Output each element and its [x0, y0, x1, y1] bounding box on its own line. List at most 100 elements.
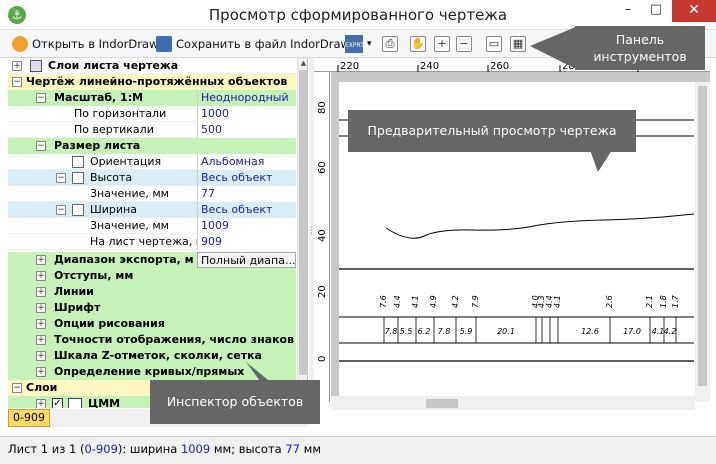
export-button[interactable]: EXPRT ▾ — [345, 34, 372, 54]
tree-row-drawing-linear[interactable]: − Чертёж линейно-протяжённых объектов — [8, 74, 296, 90]
tree-row-horiz[interactable]: По горизонтали 1000 — [8, 106, 296, 122]
elevation-label: 4.1 — [411, 295, 420, 308]
minimize-button[interactable]: – — [614, 0, 642, 22]
preview-horizontal-scrollbar[interactable] — [331, 396, 695, 410]
page-icon: ▭ — [486, 36, 502, 52]
elevation-label: 4.1 — [553, 295, 562, 308]
tree-row-width[interactable]: − Ширина Весь объект — [8, 202, 296, 218]
elevation-label: 4.9 — [429, 295, 438, 308]
width-to-sheet-value[interactable]: 909 — [197, 234, 296, 250]
expand-icon[interactable]: + — [36, 335, 46, 345]
tree-row-layers-sheet[interactable]: + Слои листа чертежа — [8, 58, 296, 74]
tree-row-lines[interactable]: + Линии — [8, 284, 296, 300]
maximize-button[interactable]: □ — [642, 0, 670, 22]
distance-labels: 7.8 5.5 6.2 7.8 5.9 20.1 12.6 17.0 4.1 4.2 — [385, 327, 677, 336]
elevation-label: 7.9 — [471, 295, 480, 308]
collapse-icon[interactable]: − — [12, 383, 22, 393]
scroll-thumb[interactable] — [299, 70, 307, 375]
tree-row-precision[interactable]: + Точности отображения, число знаков — [8, 332, 296, 348]
ruler-left-label: 0 — [317, 356, 328, 362]
tree-row-orientation[interactable]: Ориентация Альбомная — [8, 154, 296, 170]
tree-row-indents[interactable]: + Отступы, мм — [8, 268, 296, 284]
vert-value[interactable]: 500 — [197, 122, 296, 138]
dtm-checkbox[interactable]: ✓ — [52, 398, 63, 408]
tree-row-font[interactable]: + Шрифт — [8, 300, 296, 316]
inspector-scrollbar[interactable]: ▲ ▼ — [297, 58, 307, 408]
preview-vertical-scrollbar[interactable] — [695, 82, 710, 402]
pan-button[interactable]: ✋ — [410, 34, 430, 54]
tree-row-export-range[interactable]: + Диапазон экспорта, м Полный диапа... — [8, 252, 296, 268]
zoom-out-button[interactable]: − — [456, 34, 476, 54]
tree-row-z-scale[interactable]: + Шкала Z-отметок, сколки, сетка — [8, 348, 296, 364]
status-prefix: Лист 1 из 1 ( — [8, 442, 85, 456]
orientation-value[interactable]: Альбомная — [197, 154, 296, 170]
tree-row-curves[interactable]: + Определение кривых/прямых — [8, 364, 296, 380]
width-icon — [72, 204, 84, 216]
distance-label: 20.1 — [497, 327, 515, 336]
status-mid2: мм; высота — [210, 442, 286, 456]
tree-row-width-value[interactable]: Значение, мм 1009 — [8, 218, 296, 234]
scroll-up-icon[interactable]: ▲ — [299, 59, 307, 69]
height-value[interactable]: Весь объект — [197, 170, 296, 186]
elevation-label: 2.1 — [645, 295, 654, 308]
distance-label: 4.2 — [664, 327, 677, 336]
ruler-top-label: 240 — [420, 61, 439, 72]
elevation-label: 2.6 — [605, 295, 614, 308]
expand-icon[interactable]: + — [36, 319, 46, 329]
print-button[interactable]: ⎙ — [382, 34, 402, 54]
page-zoom-button[interactable]: ▦ — [510, 34, 530, 54]
tree-row-scale[interactable]: − Масштаб, 1:М Неоднородный — [8, 90, 296, 106]
collapse-icon[interactable]: − — [12, 77, 22, 87]
status-bar: Лист 1 из 1 (0-909): ширина 1009 мм; выс… — [0, 436, 716, 464]
splitter-grip-icon: · · · — [310, 223, 313, 238]
expand-icon[interactable]: + — [36, 351, 46, 361]
tree-row-draw-options[interactable]: + Опции рисования — [8, 316, 296, 332]
scale-value[interactable]: Неоднородный — [197, 90, 296, 106]
height-mm-value[interactable]: 77 — [197, 186, 296, 202]
open-icon — [12, 36, 28, 52]
horiz-value[interactable]: 1000 — [197, 106, 296, 122]
sheet-tab-0-909[interactable]: 0-909 — [8, 409, 50, 427]
open-in-indordraw-button[interactable]: Открыть в IndorDraw — [12, 34, 158, 54]
object-inspector: + Слои листа чертежа − Чертёж линейно-пр… — [8, 58, 308, 408]
distance-label: 4.1 — [652, 327, 665, 336]
collapse-icon[interactable]: − — [56, 173, 66, 183]
expand-icon[interactable]: + — [12, 61, 22, 71]
elevation-label: 4.4 — [393, 295, 402, 308]
open-label: Открыть в IndorDraw — [32, 37, 159, 51]
collapse-icon[interactable]: − — [36, 141, 46, 151]
toolbar-callout: Панель инструментов — [575, 26, 705, 70]
tree-row-height[interactable]: − Высота Весь объект — [8, 170, 296, 186]
zoom-in-button[interactable]: + — [434, 34, 454, 54]
ruler-left-label: 60 — [317, 161, 328, 174]
expand-icon[interactable]: + — [36, 367, 46, 377]
ruler-left-label: 80 — [317, 101, 328, 114]
width-value[interactable]: Весь объект — [197, 202, 296, 218]
preview-v-thumb[interactable] — [698, 86, 707, 386]
zoom-out-icon: − — [456, 36, 472, 52]
tree-row-height-value[interactable]: Значение, мм 77 — [8, 186, 296, 202]
expand-icon[interactable]: + — [36, 287, 46, 297]
save-label: Сохранить в файл IndorDraw... — [176, 37, 360, 51]
orientation-icon — [72, 156, 84, 168]
expand-icon[interactable]: + — [36, 255, 46, 265]
ruler-left-label: 20 — [317, 285, 328, 298]
close-button[interactable]: ✕ — [672, 0, 716, 22]
expand-icon[interactable]: + — [36, 399, 46, 408]
export-dropdown-icon[interactable]: ▾ — [367, 39, 372, 49]
expand-icon[interactable]: + — [36, 271, 46, 281]
expand-icon[interactable]: + — [36, 303, 46, 313]
tree-row-width-to-sheet[interactable]: На лист чертежа, м 909 — [8, 234, 296, 250]
preview-h-thumb[interactable] — [426, 399, 458, 408]
collapse-icon[interactable]: − — [56, 205, 66, 215]
tree-row-sheet-size[interactable]: − Размер листа — [8, 138, 296, 154]
tree-row-vert[interactable]: По вертикали 500 — [8, 122, 296, 138]
export-range-button[interactable]: Полный диапа... — [197, 252, 296, 268]
status-range: 0-909 — [84, 442, 118, 456]
collapse-icon[interactable]: − — [36, 93, 46, 103]
ruler-left-label: 40 — [317, 229, 328, 242]
width-mm-value[interactable]: 1009 — [197, 218, 296, 234]
status-height: 77 — [285, 442, 300, 456]
save-to-indordraw-button[interactable]: Сохранить в файл IndorDraw... — [156, 34, 360, 54]
page-preview-button[interactable]: ▭ — [486, 34, 506, 54]
